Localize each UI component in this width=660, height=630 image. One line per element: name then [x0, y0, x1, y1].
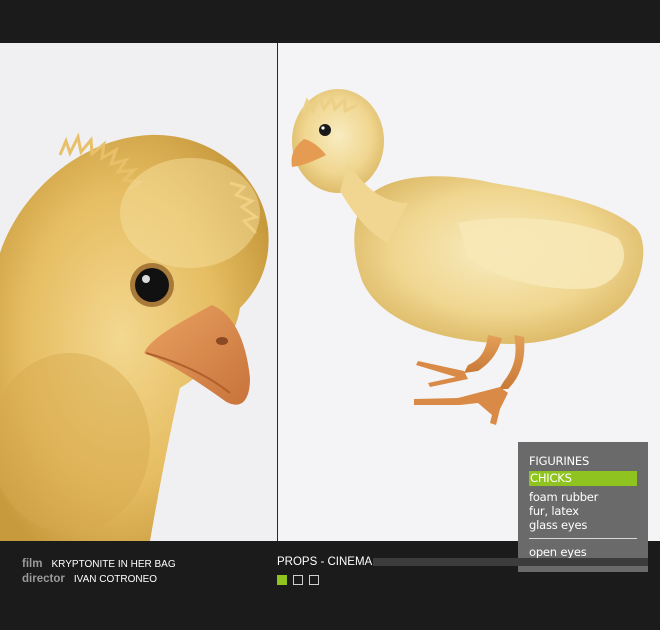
- portfolio-page: FIGURINES CHICKS foam rubber fur, latex …: [0, 0, 660, 630]
- top-bar: [0, 0, 660, 43]
- page-dot-1[interactable]: [277, 575, 287, 585]
- materials-list: foam rubber fur, latex glass eyes: [529, 490, 598, 532]
- section-title: PROPS - CINEMA: [277, 556, 373, 568]
- credit-row-director: director IVAN COTRONEO: [22, 572, 176, 587]
- page-dot-2[interactable]: [293, 575, 303, 585]
- chick-closeup-photo: [0, 43, 277, 541]
- progress-bar: [373, 558, 648, 566]
- product-info-panel: FIGURINES CHICKS foam rubber fur, latex …: [518, 442, 648, 572]
- active-item-label[interactable]: CHICKS: [529, 471, 637, 486]
- category-label[interactable]: FIGURINES: [529, 454, 589, 468]
- panel-divider: [529, 538, 637, 539]
- credit-value: KRYPTONITE IN HER BAG: [51, 559, 176, 570]
- image-pager: [277, 575, 319, 585]
- material-item: fur, latex: [529, 504, 579, 518]
- credit-key: film: [22, 558, 43, 570]
- material-item: foam rubber: [529, 490, 599, 504]
- page-dot-3[interactable]: [309, 575, 319, 585]
- credit-value: IVAN COTRONEO: [73, 574, 158, 585]
- open-eyes-option[interactable]: open eyes: [529, 545, 587, 559]
- material-item: glass eyes: [529, 518, 588, 532]
- film-credits: film KRYPTONITE IN HER BAG director IVAN…: [22, 557, 176, 587]
- chick-closeup-image: [0, 43, 277, 541]
- credit-row-film: film KRYPTONITE IN HER BAG: [22, 557, 176, 572]
- credit-key: director: [22, 573, 65, 585]
- photo-gallery: FIGURINES CHICKS foam rubber fur, latex …: [0, 43, 660, 572]
